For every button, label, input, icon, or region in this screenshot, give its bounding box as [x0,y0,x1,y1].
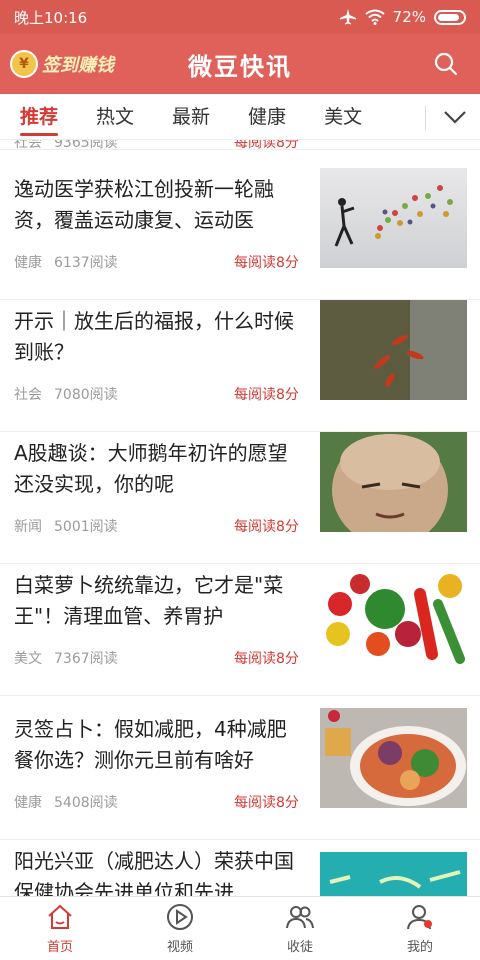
item-reward: 每阅读8分 [234,795,299,811]
list-item[interactable]: 灵签占卜：假如减肥，4种减肥餐你选？测你元旦前有啥好 健康 5408阅读 每阅读8… [0,708,480,840]
chevron-down-icon[interactable] [440,102,470,132]
tab-prose[interactable]: 美文 [324,94,362,140]
item-reads: 7080阅读 [54,387,118,403]
tab-health[interactable]: 健康 [248,94,286,140]
item-category: 健康 [14,255,42,271]
item-title: 白菜萝卜统统靠边，它才是"菜王"！清理血管、养胃护 [14,573,284,628]
item-thumbnail [320,168,467,268]
tab-hot[interactable]: 热文 [96,94,134,140]
list-item[interactable]: 阳光兴亚（减肥达人）荣获中国保健协会先进单位和先进 [0,840,480,896]
item-reward: 每阅读8分 [234,519,299,535]
item-thumbnail [320,300,467,400]
nav-profile[interactable]: 我的 [360,897,480,960]
status-time: 晚上10:16 [14,8,88,27]
list-item[interactable]: 逸动医学获松江创投新一轮融资，覆盖运动康复、运动医 健康 6137阅读 每阅读8分 [0,168,480,300]
item-title: 阳光兴亚（减肥达人）荣获中国保健协会先进单位和先进 [14,849,294,896]
nav-home-label: 首页 [46,940,73,955]
tab-divider [425,106,426,130]
item-meta: 健康 5408阅读 [14,792,118,812]
profile-icon [407,905,432,930]
bottom-nav: 首页 视频 收徒 我的 [0,896,480,960]
item-meta: 美文 7367阅读 [14,648,118,668]
tab-latest[interactable]: 最新 [172,94,210,140]
item-meta: 社会 7080阅读 [14,384,118,404]
item-reads: 5001阅读 [54,519,118,535]
item-category: 美文 [14,651,42,667]
nav-apprentice[interactable]: 收徒 [240,897,360,960]
coin-icon: ¥ [10,50,38,78]
item-reads: 9365阅读 [54,140,118,151]
item-title: 灵签占卜：假如减肥，4种减肥餐你选？测你元旦前有啥好 [14,717,287,772]
status-bar: 晚上10:16 72% [0,0,480,34]
item-meta: 新闻 5001阅读 [14,516,118,536]
item-reward: 每阅读8分 [234,255,299,271]
list-item[interactable]: 社会 9365阅读 每阅读8分 [0,140,480,152]
tab-recommend[interactable]: 推荐 [20,94,59,140]
item-thumbnail [320,852,467,896]
item-meta: 健康 6137阅读 [14,252,118,272]
nav-video[interactable]: 视频 [120,897,240,960]
list-item[interactable]: 开示｜放生后的福报，什么时候到账？ 社会 7080阅读 每阅读8分 [0,300,480,432]
item-thumbnail [320,432,467,532]
category-tabs: 推荐 热文 最新 健康 美文 [0,94,480,140]
item-category: 健康 [14,795,42,811]
item-reads: 5408阅读 [54,795,118,811]
item-reads: 6137阅读 [54,255,118,271]
airplane-icon [339,9,356,25]
nav-apprentice-label: 收徒 [286,940,313,955]
item-category: 新闻 [14,519,42,535]
item-meta: 社会 9365阅读 [14,140,118,152]
item-thumbnail [320,708,467,808]
item-reward: 每阅读8分 [234,387,299,403]
item-reward: 每阅读8分 [234,651,299,667]
item-reward: 每阅读8分 [234,140,299,151]
nav-video-label: 视频 [166,940,193,955]
list-item[interactable]: 白菜萝卜统统靠边，它才是"菜王"！清理血管、养胃护 美文 7367阅读 每阅读8分 [0,564,480,696]
item-title: A股趣谈：大师鹅年初许的愿望还没实现，你的呢 [14,441,288,496]
nav-profile-label: 我的 [406,940,433,955]
list-item[interactable]: A股趣谈：大师鹅年初许的愿望还没实现，你的呢 新闻 5001阅读 每阅读8分 [0,432,480,564]
status-icons: 72% [339,8,466,26]
search-icon[interactable] [432,50,460,78]
sign-in-earn-button[interactable]: ¥ 签到赚钱 [10,47,114,81]
wifi-icon [365,9,385,25]
item-title: 开示｜放生后的福报，什么时候到账？ [14,309,294,364]
item-category: 社会 [14,387,42,403]
item-reads: 7367阅读 [54,651,118,667]
sign-in-label: 签到赚钱 [42,55,114,76]
battery-icon [434,9,466,25]
news-feed[interactable]: 社会 9365阅读 每阅读8分 逸动医学获松江创投新一轮融资，覆盖运动康复、运动医… [0,140,480,896]
home-icon [48,904,72,929]
nav-home[interactable]: 首页 [0,897,120,960]
users-icon [286,906,314,929]
battery-percent: 72% [392,8,426,26]
item-thumbnail [320,564,467,664]
item-title: 逸动医学获松江创投新一轮融资，覆盖运动康复、运动医 [14,177,274,232]
app-header: ¥ 签到赚钱 微豆快讯 [0,34,480,94]
play-icon [167,904,193,930]
item-category: 社会 [14,140,42,151]
